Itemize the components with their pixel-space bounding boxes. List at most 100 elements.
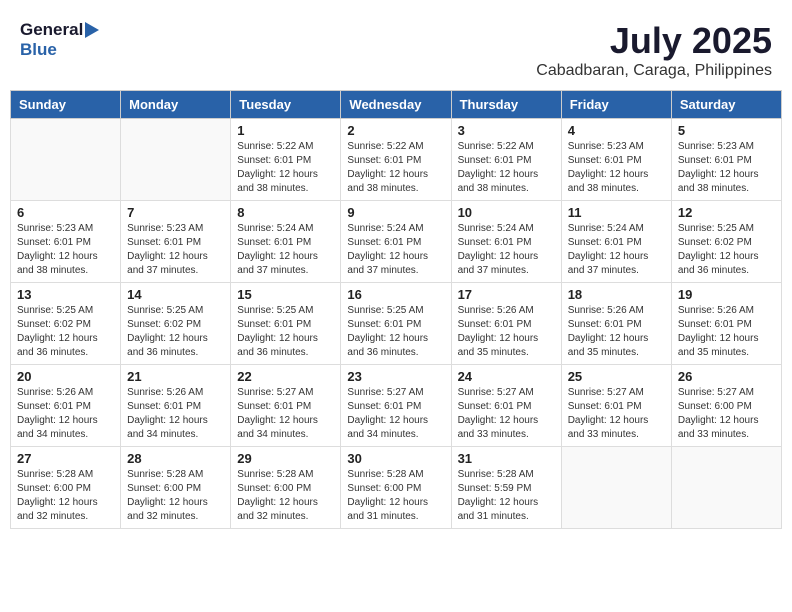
calendar-cell: 11 Sunrise: 5:24 AM Sunset: 6:01 PM Dayli… — [561, 201, 671, 283]
cell-content: Sunrise: 5:27 AM Sunset: 6:01 PM Dayligh… — [237, 386, 334, 442]
weekday-header-row: SundayMondayTuesdayWednesdayThursdayFrid… — [11, 91, 782, 119]
month-title: July 2025 — [536, 20, 772, 62]
day-number: 24 — [458, 369, 555, 384]
cell-content: Sunrise: 5:27 AM Sunset: 6:01 PM Dayligh… — [347, 386, 444, 442]
calendar-cell: 22 Sunrise: 5:27 AM Sunset: 6:01 PM Dayli… — [231, 365, 341, 447]
day-number: 11 — [568, 205, 665, 220]
cell-content: Sunrise: 5:25 AM Sunset: 6:02 PM Dayligh… — [127, 304, 224, 360]
calendar-cell: 9 Sunrise: 5:24 AM Sunset: 6:01 PM Daylig… — [341, 201, 451, 283]
cell-content: Sunrise: 5:26 AM Sunset: 6:01 PM Dayligh… — [17, 386, 114, 442]
day-number: 1 — [237, 123, 334, 138]
calendar-cell: 25 Sunrise: 5:27 AM Sunset: 6:01 PM Dayli… — [561, 365, 671, 447]
day-number: 28 — [127, 451, 224, 466]
calendar: SundayMondayTuesdayWednesdayThursdayFrid… — [10, 90, 782, 529]
calendar-cell: 31 Sunrise: 5:28 AM Sunset: 5:59 PM Dayli… — [451, 447, 561, 529]
cell-content: Sunrise: 5:25 AM Sunset: 6:02 PM Dayligh… — [678, 222, 775, 278]
day-number: 2 — [347, 123, 444, 138]
calendar-cell: 29 Sunrise: 5:28 AM Sunset: 6:00 PM Dayli… — [231, 447, 341, 529]
calendar-cell: 23 Sunrise: 5:27 AM Sunset: 6:01 PM Dayli… — [341, 365, 451, 447]
calendar-cell: 15Sunrise: 5:25 AM Sunset: 6:01 PM Dayli… — [231, 283, 341, 365]
calendar-week-row: 6 Sunrise: 5:23 AM Sunset: 6:01 PM Daylig… — [11, 201, 782, 283]
calendar-week-row: 27 Sunrise: 5:28 AM Sunset: 6:00 PM Dayli… — [11, 447, 782, 529]
cell-content: Sunrise: 5:26 AM Sunset: 6:01 PM Dayligh… — [568, 304, 665, 360]
calendar-cell: 3Sunrise: 5:22 AM Sunset: 6:01 PM Daylig… — [451, 119, 561, 201]
calendar-cell: 4Sunrise: 5:23 AM Sunset: 6:01 PM Daylig… — [561, 119, 671, 201]
calendar-body: 1 Sunrise: 5:22 AM Sunset: 6:01 PM Daylig… — [11, 119, 782, 529]
calendar-cell — [671, 447, 781, 529]
calendar-cell — [11, 119, 121, 201]
cell-content: Sunrise: 5:23 AM Sunset: 6:01 PM Dayligh… — [678, 140, 775, 196]
calendar-cell: 5Sunrise: 5:23 AM Sunset: 6:01 PM Daylig… — [671, 119, 781, 201]
weekday-header-cell: Friday — [561, 91, 671, 119]
day-number: 31 — [458, 451, 555, 466]
day-number: 14 — [127, 287, 224, 302]
cell-content: Sunrise: 5:23 AM Sunset: 6:01 PM Dayligh… — [17, 222, 114, 278]
calendar-cell: 10Sunrise: 5:24 AM Sunset: 6:01 PM Dayli… — [451, 201, 561, 283]
cell-content: Sunrise: 5:26 AM Sunset: 6:01 PM Dayligh… — [458, 304, 555, 360]
calendar-cell: 28 Sunrise: 5:28 AM Sunset: 6:00 PM Dayli… — [121, 447, 231, 529]
cell-content: Sunrise: 5:22 AM Sunset: 6:01 PM Dayligh… — [347, 140, 444, 196]
calendar-cell: 24 Sunrise: 5:27 AM Sunset: 6:01 PM Dayli… — [451, 365, 561, 447]
calendar-cell: 13 Sunrise: 5:25 AM Sunset: 6:02 PM Dayli… — [11, 283, 121, 365]
day-number: 17 — [458, 287, 555, 302]
cell-content: Sunrise: 5:28 AM Sunset: 5:59 PM Dayligh… — [458, 468, 555, 524]
day-number: 27 — [17, 451, 114, 466]
calendar-cell: 14 Sunrise: 5:25 AM Sunset: 6:02 PM Dayli… — [121, 283, 231, 365]
logo: General Blue — [20, 20, 99, 60]
calendar-cell: 19Sunrise: 5:26 AM Sunset: 6:01 PM Dayli… — [671, 283, 781, 365]
day-number: 22 — [237, 369, 334, 384]
cell-content: Sunrise: 5:28 AM Sunset: 6:00 PM Dayligh… — [237, 468, 334, 524]
cell-content: Sunrise: 5:24 AM Sunset: 6:01 PM Dayligh… — [237, 222, 334, 278]
weekday-header-cell: Thursday — [451, 91, 561, 119]
calendar-cell: 18 Sunrise: 5:26 AM Sunset: 6:01 PM Dayli… — [561, 283, 671, 365]
logo-blue: Blue — [20, 40, 57, 60]
cell-content: Sunrise: 5:27 AM Sunset: 6:01 PM Dayligh… — [568, 386, 665, 442]
day-number: 8 — [237, 205, 334, 220]
header: General Blue July 2025 Cabadbaran, Carag… — [10, 10, 782, 85]
day-number: 30 — [347, 451, 444, 466]
cell-content: Sunrise: 5:28 AM Sunset: 6:00 PM Dayligh… — [347, 468, 444, 524]
calendar-cell: 1 Sunrise: 5:22 AM Sunset: 6:01 PM Daylig… — [231, 119, 341, 201]
cell-content: Sunrise: 5:25 AM Sunset: 6:02 PM Dayligh… — [17, 304, 114, 360]
cell-content: Sunrise: 5:23 AM Sunset: 6:01 PM Dayligh… — [127, 222, 224, 278]
day-number: 25 — [568, 369, 665, 384]
cell-content: Sunrise: 5:25 AM Sunset: 6:01 PM Dayligh… — [237, 304, 334, 360]
calendar-cell: 20 Sunrise: 5:26 AM Sunset: 6:01 PM Dayli… — [11, 365, 121, 447]
calendar-cell: 12 Sunrise: 5:25 AM Sunset: 6:02 PM Dayli… — [671, 201, 781, 283]
cell-content: Sunrise: 5:24 AM Sunset: 6:01 PM Dayligh… — [347, 222, 444, 278]
day-number: 23 — [347, 369, 444, 384]
calendar-cell: 17 Sunrise: 5:26 AM Sunset: 6:01 PM Dayli… — [451, 283, 561, 365]
cell-content: Sunrise: 5:22 AM Sunset: 6:01 PM Dayligh… — [237, 140, 334, 196]
calendar-cell — [121, 119, 231, 201]
day-number: 20 — [17, 369, 114, 384]
calendar-cell: 26 Sunrise: 5:27 AM Sunset: 6:00 PM Dayli… — [671, 365, 781, 447]
weekday-header-cell: Sunday — [11, 91, 121, 119]
cell-content: Sunrise: 5:27 AM Sunset: 6:00 PM Dayligh… — [678, 386, 775, 442]
logo-arrow-icon — [85, 22, 99, 38]
cell-content: Sunrise: 5:28 AM Sunset: 6:00 PM Dayligh… — [127, 468, 224, 524]
weekday-header-cell: Saturday — [671, 91, 781, 119]
calendar-cell — [561, 447, 671, 529]
day-number: 26 — [678, 369, 775, 384]
day-number: 4 — [568, 123, 665, 138]
day-number: 21 — [127, 369, 224, 384]
day-number: 3 — [458, 123, 555, 138]
weekday-header-cell: Tuesday — [231, 91, 341, 119]
calendar-week-row: 1 Sunrise: 5:22 AM Sunset: 6:01 PM Daylig… — [11, 119, 782, 201]
day-number: 12 — [678, 205, 775, 220]
day-number: 13 — [17, 287, 114, 302]
calendar-cell: 7 Sunrise: 5:23 AM Sunset: 6:01 PM Daylig… — [121, 201, 231, 283]
cell-content: Sunrise: 5:27 AM Sunset: 6:01 PM Dayligh… — [458, 386, 555, 442]
day-number: 7 — [127, 205, 224, 220]
cell-content: Sunrise: 5:24 AM Sunset: 6:01 PM Dayligh… — [458, 222, 555, 278]
cell-content: Sunrise: 5:28 AM Sunset: 6:00 PM Dayligh… — [17, 468, 114, 524]
cell-content: Sunrise: 5:25 AM Sunset: 6:01 PM Dayligh… — [347, 304, 444, 360]
day-number: 6 — [17, 205, 114, 220]
cell-content: Sunrise: 5:24 AM Sunset: 6:01 PM Dayligh… — [568, 222, 665, 278]
location-title: Cabadbaran, Caraga, Philippines — [536, 62, 772, 80]
day-number: 18 — [568, 287, 665, 302]
calendar-cell: 30 Sunrise: 5:28 AM Sunset: 6:00 PM Dayli… — [341, 447, 451, 529]
day-number: 9 — [347, 205, 444, 220]
day-number: 29 — [237, 451, 334, 466]
calendar-week-row: 20 Sunrise: 5:26 AM Sunset: 6:01 PM Dayli… — [11, 365, 782, 447]
